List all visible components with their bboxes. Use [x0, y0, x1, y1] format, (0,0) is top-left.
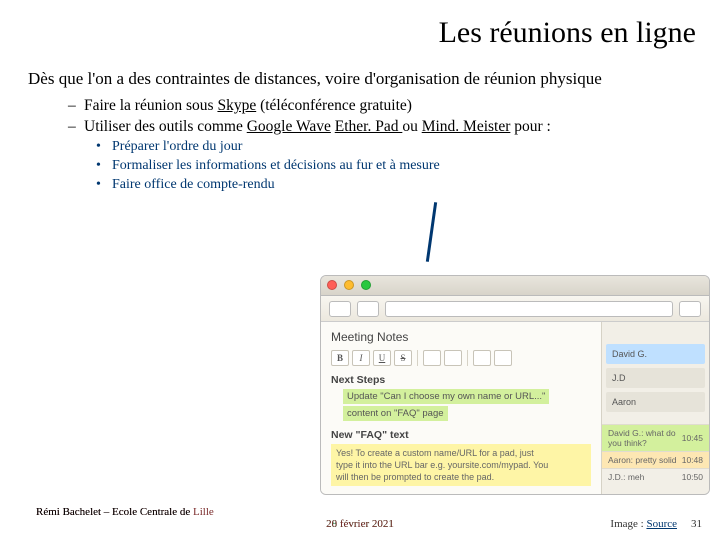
- fmt-btn: [494, 350, 512, 366]
- link-source[interactable]: Source: [646, 518, 677, 530]
- link-etherpad[interactable]: Ether. Pad: [335, 118, 403, 135]
- italic-btn: I: [352, 350, 370, 366]
- link-mindmeister[interactable]: Mind. Meister: [422, 118, 511, 135]
- fmt-btn: [444, 350, 462, 366]
- pointer-line: [426, 202, 437, 262]
- bullet-tools: Utiliser des outils comme Google Wave Et…: [24, 118, 696, 136]
- user-jd: J.D: [606, 368, 705, 388]
- nav-btn: [329, 301, 351, 317]
- fmt-btn: [423, 350, 441, 366]
- strike-btn: S: [394, 350, 412, 366]
- chat-row: J.D.: meh10:50: [602, 468, 709, 485]
- footer-author: Rémi Bachelet – Ecole Centrale de Lille …: [36, 506, 720, 518]
- subbullet-formaliser: Formaliser les informations et décisions…: [24, 158, 696, 174]
- bullet-skype: Faire la réunion sous Skype (téléconfére…: [24, 97, 696, 115]
- highlight-update: Update "Can I choose my own name or URL.…: [343, 389, 549, 404]
- section-faq: New "FAQ" text: [331, 429, 591, 441]
- bold-btn: B: [331, 350, 349, 366]
- section-next-steps: Next Steps: [331, 374, 591, 386]
- link-skype[interactable]: Skype: [217, 97, 256, 114]
- footer-date: 28 février 2021 20 février 2021: [326, 518, 394, 530]
- subbullet-compte-rendu: Faire office de compte-rendu: [24, 177, 696, 193]
- nav-btn: [679, 301, 701, 317]
- link-google-wave[interactable]: Google Wave: [247, 118, 331, 135]
- close-icon: [327, 280, 337, 290]
- fmt-btn: [473, 350, 491, 366]
- minimize-icon: [344, 280, 354, 290]
- pad-main: Meeting Notes B I U S Next Steps Update …: [321, 322, 601, 494]
- slide-title: Les réunions en ligne: [24, 16, 696, 50]
- underline-btn: U: [373, 350, 391, 366]
- browser-toolbar: [321, 296, 709, 322]
- subbullet-ordre: Préparer l'ordre du jour: [24, 139, 696, 155]
- user-david: David G.: [606, 344, 705, 364]
- footer-right: Image : Source 31: [610, 518, 702, 530]
- doc-title: Meeting Notes: [331, 330, 591, 344]
- chat-row: Aaron: pretty solid10:48: [602, 451, 709, 468]
- url-bar: [385, 301, 673, 317]
- page-number: 31: [691, 518, 702, 530]
- user-sidebar: David G. J.D Aaron David G.: what do you…: [601, 322, 709, 494]
- user-aaron: Aaron: [606, 392, 705, 412]
- format-toolbar: B I U S: [331, 350, 591, 366]
- window-titlebar: [321, 276, 709, 296]
- nav-btn: [357, 301, 379, 317]
- etherpad-screenshot: Meeting Notes B I U S Next Steps Update …: [320, 275, 710, 495]
- highlight-update: content on "FAQ" page: [343, 406, 448, 421]
- intro-text: Dès que l'on a des contraintes de distan…: [24, 68, 696, 91]
- chat-row: David G.: what do you think?10:45: [602, 424, 709, 451]
- zoom-icon: [361, 280, 371, 290]
- highlight-yes: Yes! To create a custom name/URL for a p…: [331, 444, 591, 486]
